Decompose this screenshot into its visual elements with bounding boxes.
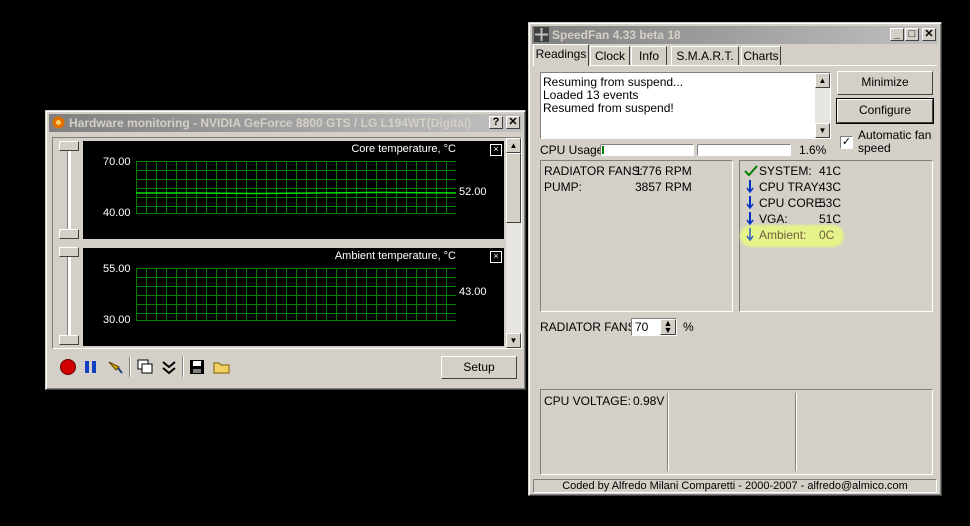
graph-max-label: 55.00 bbox=[103, 263, 131, 275]
chevrons-down-icon[interactable] bbox=[160, 358, 178, 376]
speedfan-window: SpeedFan 4.33 beta 18 _ □ ✕ Readings Clo… bbox=[528, 22, 942, 496]
gear-icon bbox=[52, 116, 65, 129]
log-scrollbar[interactable]: ▲ ▼ bbox=[815, 73, 830, 138]
speed-input[interactable]: 70 ▲ ▼ bbox=[631, 318, 677, 336]
minimize-window-button[interactable]: _ bbox=[890, 28, 904, 41]
graph-current-label: 52.00 bbox=[459, 186, 487, 198]
maximize-window-button[interactable]: □ bbox=[905, 28, 919, 41]
temps-panel: SYSTEM: 41C CPU TRAY: 43C CPU CORE: 53C … bbox=[739, 160, 933, 312]
help-button[interactable]: ? bbox=[489, 116, 503, 129]
graph-grid bbox=[136, 268, 456, 321]
scroll-up-button[interactable]: ▲ bbox=[506, 138, 521, 153]
scroll-up-button[interactable]: ▲ bbox=[815, 73, 830, 88]
graph-line bbox=[136, 191, 456, 195]
slider-handle-bottom[interactable] bbox=[59, 229, 79, 239]
temp-label: VGA: bbox=[759, 212, 788, 226]
log-line: Loaded 13 events bbox=[543, 88, 639, 102]
cpu-usage-label: CPU Usage bbox=[540, 143, 604, 157]
graph-max-label: 70.00 bbox=[103, 156, 131, 168]
speedfan-title: SpeedFan 4.33 beta 18 bbox=[552, 28, 681, 42]
windows-icon[interactable] bbox=[136, 358, 154, 376]
tab-info[interactable]: Info bbox=[631, 46, 667, 65]
close-button[interactable]: ✕ bbox=[506, 116, 520, 129]
temp-label: Ambient: bbox=[759, 228, 807, 242]
close-window-button[interactable]: ✕ bbox=[922, 28, 936, 41]
hwmon-scrollbar[interactable]: ▲ ▼ bbox=[506, 138, 521, 348]
fan-value: 3857 RPM bbox=[635, 180, 692, 194]
tab-charts[interactable]: Charts bbox=[741, 46, 781, 65]
cpu-usage-bar-2 bbox=[697, 144, 791, 156]
graph-close-icon[interactable]: × bbox=[490, 144, 502, 156]
graph-close-icon[interactable]: × bbox=[490, 251, 502, 263]
voltage-label: CPU VOLTAGE: bbox=[544, 394, 631, 408]
temp-value: 53C bbox=[819, 196, 842, 210]
arrow-down-icon bbox=[746, 212, 754, 225]
slider-handle-top[interactable] bbox=[59, 141, 79, 151]
tab-readings[interactable]: Readings bbox=[533, 44, 589, 66]
tab-smart[interactable]: S.M.A.R.T. bbox=[671, 46, 739, 65]
scroll-down-button[interactable]: ▼ bbox=[815, 123, 830, 138]
speedfan-titlebar[interactable]: SpeedFan 4.33 beta 18 _ □ ✕ bbox=[532, 26, 938, 44]
fan-label: RADIATOR FANS: bbox=[544, 164, 643, 178]
temp-label: CPU TRAY: bbox=[759, 180, 822, 194]
graph-min-label: 40.00 bbox=[103, 207, 131, 219]
log-line: Resumed from suspend! bbox=[543, 101, 674, 115]
configure-button[interactable]: Configure bbox=[836, 98, 934, 124]
fan-label: PUMP: bbox=[544, 180, 583, 194]
folder-icon[interactable] bbox=[212, 358, 232, 376]
brush-icon[interactable] bbox=[106, 358, 124, 376]
pause-icon[interactable] bbox=[83, 358, 99, 376]
temp-label: CPU CORE: bbox=[759, 196, 826, 210]
save-icon[interactable] bbox=[188, 358, 206, 376]
temp-label: SYSTEM: bbox=[759, 164, 812, 178]
temp-value: 41C bbox=[819, 164, 842, 178]
speed-spinner[interactable]: ▲ ▼ bbox=[660, 319, 676, 335]
scroll-down-button[interactable]: ▼ bbox=[506, 333, 521, 348]
hwmon-title: Hardware monitoring - NVIDIA GeForce 880… bbox=[69, 116, 472, 130]
auto-fan-checkbox[interactable]: ✓ bbox=[840, 136, 853, 149]
arrow-down-icon bbox=[746, 228, 754, 241]
temp-value: 43C bbox=[819, 180, 842, 194]
arrow-down-icon bbox=[746, 196, 754, 209]
setup-button[interactable]: Setup bbox=[441, 356, 517, 379]
voltage-panel: CPU VOLTAGE: 0.98V bbox=[540, 389, 933, 475]
check-icon bbox=[744, 165, 758, 177]
speed-label: RADIATOR FANS: bbox=[540, 320, 639, 334]
ambient-temperature-graph: Ambient temperature, °C × 55.00 30.00 43… bbox=[83, 248, 504, 346]
temp-value: 0C bbox=[819, 228, 835, 242]
graph2-range-slider[interactable] bbox=[58, 247, 80, 345]
fans-panel: RADIATOR FANS: 1776 RPM PUMP: 3857 RPM bbox=[540, 160, 733, 312]
log-line: Resuming from suspend... bbox=[543, 75, 684, 89]
voltage-value: 0.98V bbox=[633, 394, 665, 408]
footer-text: Coded by Alfredo Milani Comparetti - 200… bbox=[562, 480, 908, 492]
record-icon[interactable] bbox=[59, 358, 77, 376]
graph-grid bbox=[136, 161, 456, 214]
graph1-range-slider[interactable] bbox=[58, 141, 80, 239]
graph-current-label: 43.00 bbox=[459, 286, 487, 298]
scroll-thumb[interactable] bbox=[506, 153, 521, 223]
event-log[interactable]: Resuming from suspend... Loaded 13 event… bbox=[540, 72, 831, 139]
slider-handle-top[interactable] bbox=[59, 247, 79, 257]
temp-value: 51C bbox=[819, 212, 842, 226]
auto-fan-label: Automatic fan speed bbox=[858, 128, 932, 155]
arrow-down-icon bbox=[746, 180, 754, 193]
fan-value: 1776 RPM bbox=[635, 164, 692, 178]
core-temperature-graph: Core temperature, °C × 70.00 40.00 52.00 bbox=[83, 141, 504, 239]
speed-value: 70 bbox=[635, 320, 649, 334]
minimize-button[interactable]: Minimize bbox=[837, 71, 933, 95]
graph-name: Ambient temperature, °C bbox=[334, 250, 456, 262]
hardware-monitoring-window: Hardware monitoring - NVIDIA GeForce 880… bbox=[45, 110, 526, 390]
status-bar: Coded by Alfredo Milani Comparetti - 200… bbox=[533, 479, 937, 493]
graph-name: Core temperature, °C bbox=[351, 143, 456, 155]
slider-handle-bottom[interactable] bbox=[59, 335, 79, 345]
hwmon-toolbar bbox=[54, 355, 254, 379]
speed-unit: % bbox=[683, 320, 694, 334]
graph-min-label: 30.00 bbox=[103, 314, 131, 326]
hwmon-titlebar[interactable]: Hardware monitoring - NVIDIA GeForce 880… bbox=[49, 114, 522, 132]
fan-icon bbox=[534, 27, 549, 42]
cpu-usage-bar-1 bbox=[600, 144, 694, 156]
tab-clock[interactable]: Clock bbox=[590, 46, 630, 65]
cpu-usage-value: 1.6% bbox=[799, 143, 827, 157]
